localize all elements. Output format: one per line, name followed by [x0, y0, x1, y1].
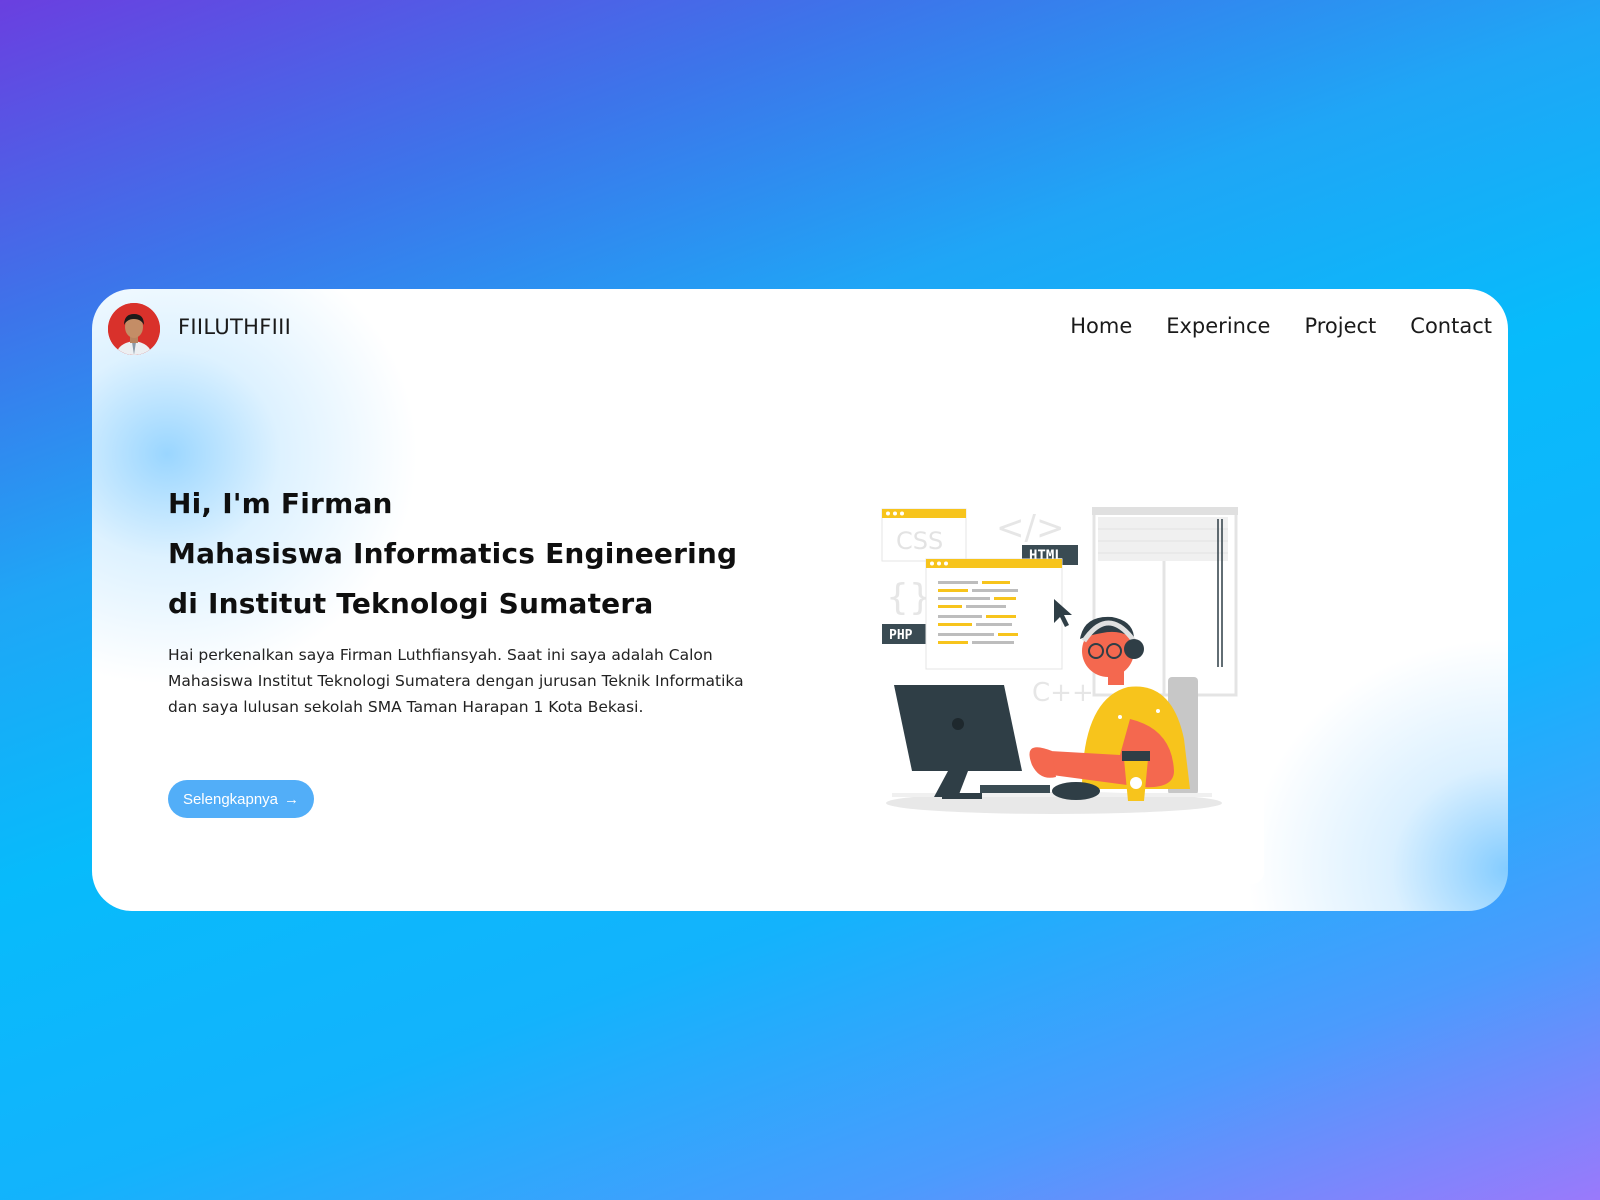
nav-link-experince[interactable]: Experince	[1166, 314, 1270, 338]
hero-title: Hi, I'm Firman Mahasiswa Informatics Eng…	[168, 479, 828, 629]
arrow-right-icon: →	[284, 790, 300, 808]
code-tag-label: </>	[996, 508, 1064, 548]
nav-link-project[interactable]: Project	[1304, 314, 1376, 338]
developer-illustration: CSS </> {} HTML PHP C++	[872, 489, 1264, 884]
hero-title-line-1: Hi, I'm Firman	[168, 487, 393, 520]
navbar: FIILUTHFIII Home Experince Project Conta…	[92, 289, 1508, 369]
selengkapnya-button[interactable]: Selengkapnya →	[168, 780, 314, 818]
main-menu: Home Experince Project Contact	[1070, 314, 1492, 338]
cpp-label: C++	[1032, 678, 1094, 708]
avatar[interactable]	[108, 303, 160, 355]
php-label: PHP	[889, 628, 913, 643]
nav-link-home[interactable]: Home	[1070, 314, 1132, 338]
css-label: CSS	[896, 527, 943, 555]
braces-label: {}	[886, 577, 932, 618]
nav-link-contact[interactable]: Contact	[1410, 314, 1492, 338]
cta-label: Selengkapnya	[182, 790, 279, 808]
hero-title-line-3: di Institut Teknologi Sumatera	[168, 587, 654, 620]
coder-at-desk-icon: CSS </> {} HTML PHP C++	[881, 507, 1238, 814]
avatar-photo-icon	[108, 303, 160, 355]
brand-name[interactable]: FIILUTHFIII	[178, 315, 291, 339]
hero-title-line-2: Mahasiswa Informatics Engineering	[168, 537, 738, 570]
hero-card: FIILUTHFIII Home Experince Project Conta…	[92, 289, 1508, 911]
hero-description: Hai perkenalkan saya Firman Luthfiansyah…	[168, 646, 744, 716]
